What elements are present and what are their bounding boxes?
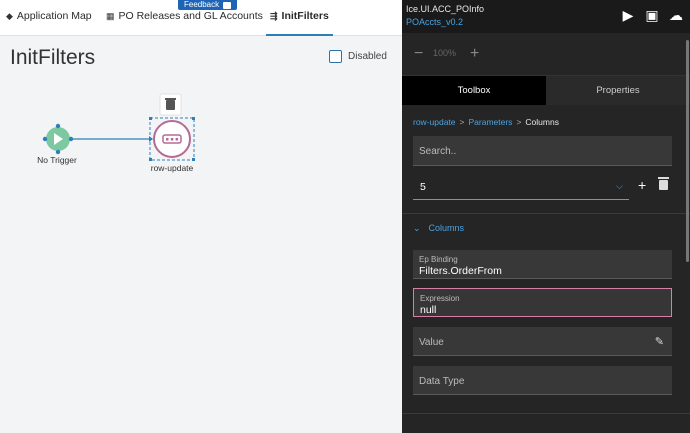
data-type-field[interactable]: Data Type	[413, 366, 672, 395]
node-label-no-trigger: No Trigger	[37, 155, 77, 165]
tab-toolbox[interactable]: Toolbox	[402, 76, 546, 105]
expression-value: null	[420, 304, 437, 316]
save-icon[interactable]: ▣	[644, 7, 660, 23]
expression-label: Expression	[420, 294, 460, 303]
zoom-in-button[interactable]: +	[470, 45, 479, 63]
zoom-controls: − 100% +	[402, 33, 690, 76]
flow-icon: ⇶	[270, 11, 278, 21]
tab-properties[interactable]: Properties	[546, 76, 690, 105]
column-select[interactable]: 5 ⌵	[413, 176, 629, 200]
zoom-level: 100%	[433, 48, 457, 58]
trash-icon	[166, 100, 175, 110]
tab-label: InitFilters	[281, 10, 329, 22]
tab-application-map[interactable]: ◆ Application Map	[6, 10, 92, 36]
data-type-placeholder: Data Type	[419, 376, 465, 387]
search-placeholder: Search..	[419, 146, 457, 157]
breadcrumb-separator: >	[516, 117, 522, 127]
zoom-out-button[interactable]: −	[414, 45, 423, 63]
ep-binding-value: Filters.OrderFrom	[419, 265, 502, 277]
properties-panel: Ice.UI.ACC_POInfo POAccts_v0.2 ▶︎ ▣ ☁ − …	[402, 0, 690, 433]
app-name: Ice.UI.ACC_POInfo	[406, 4, 485, 14]
panel-tabs: Toolbox Properties	[402, 76, 690, 105]
upload-icon[interactable]: ☁	[668, 7, 684, 23]
breadcrumb-row-update[interactable]: row-update	[413, 117, 456, 127]
preview-icon[interactable]: ▶︎	[620, 7, 636, 23]
tab-label: Application Map	[16, 10, 92, 22]
chevron-down-icon: ⌵	[616, 181, 623, 191]
panel-header: Ice.UI.ACC_POInfo POAccts_v0.2 ▶︎ ▣ ☁	[402, 0, 690, 33]
feedback-label: Feedback	[184, 0, 220, 9]
column-select-value: 5	[420, 181, 426, 193]
search-input[interactable]: Search..	[413, 136, 672, 166]
node-no-trigger[interactable]	[42, 123, 74, 155]
tab-label: PO Releases and GL Accounts	[118, 10, 263, 22]
ep-binding-label: Ep Binding	[419, 255, 458, 264]
scrollbar[interactable]	[686, 40, 689, 262]
section-columns-header[interactable]: ⌄ Columns	[413, 223, 464, 234]
pencil-icon[interactable]: ✎	[655, 335, 664, 348]
app-version-link[interactable]: POAccts_v0.2	[406, 17, 463, 27]
grid-icon: ▦	[106, 11, 115, 21]
section-title: Columns	[428, 223, 465, 233]
workflow-canvas[interactable]: InitFilters Disabled No Trigger row-upda…	[0, 36, 402, 433]
breadcrumb: row-update > Parameters > Columns	[413, 117, 559, 127]
value-placeholder: Value	[419, 337, 444, 348]
add-button[interactable]: +	[638, 177, 646, 193]
chat-icon	[223, 1, 232, 9]
tab-po-releases[interactable]: ▦ PO Releases and GL Accounts	[106, 10, 263, 36]
chevron-down-icon: ⌄	[413, 223, 421, 233]
feedback-button[interactable]: Feedback	[178, 0, 238, 10]
value-field[interactable]: Value ✎	[413, 327, 672, 356]
trash-icon[interactable]	[658, 177, 669, 190]
tab-bar: Feedback ◆ Application Map ▦ PO Releases…	[0, 0, 402, 36]
flow-diagram: No Trigger row-update	[37, 93, 195, 173]
node-delete-button[interactable]	[159, 93, 182, 116]
node-label-row-update: row-update	[151, 163, 194, 173]
breadcrumb-columns: Columns	[525, 117, 559, 127]
expression-field[interactable]: Expression null	[413, 288, 672, 317]
tab-initfilters[interactable]: ⇶ InitFilters	[266, 10, 333, 36]
ep-binding-field[interactable]: Ep Binding Filters.OrderFrom	[413, 250, 672, 279]
divider	[402, 413, 690, 414]
layers-icon: ◆	[6, 11, 13, 21]
breadcrumb-parameters[interactable]: Parameters	[469, 117, 513, 127]
divider	[402, 213, 690, 214]
breadcrumb-separator: >	[459, 117, 465, 127]
node-row-update[interactable]	[149, 117, 195, 161]
